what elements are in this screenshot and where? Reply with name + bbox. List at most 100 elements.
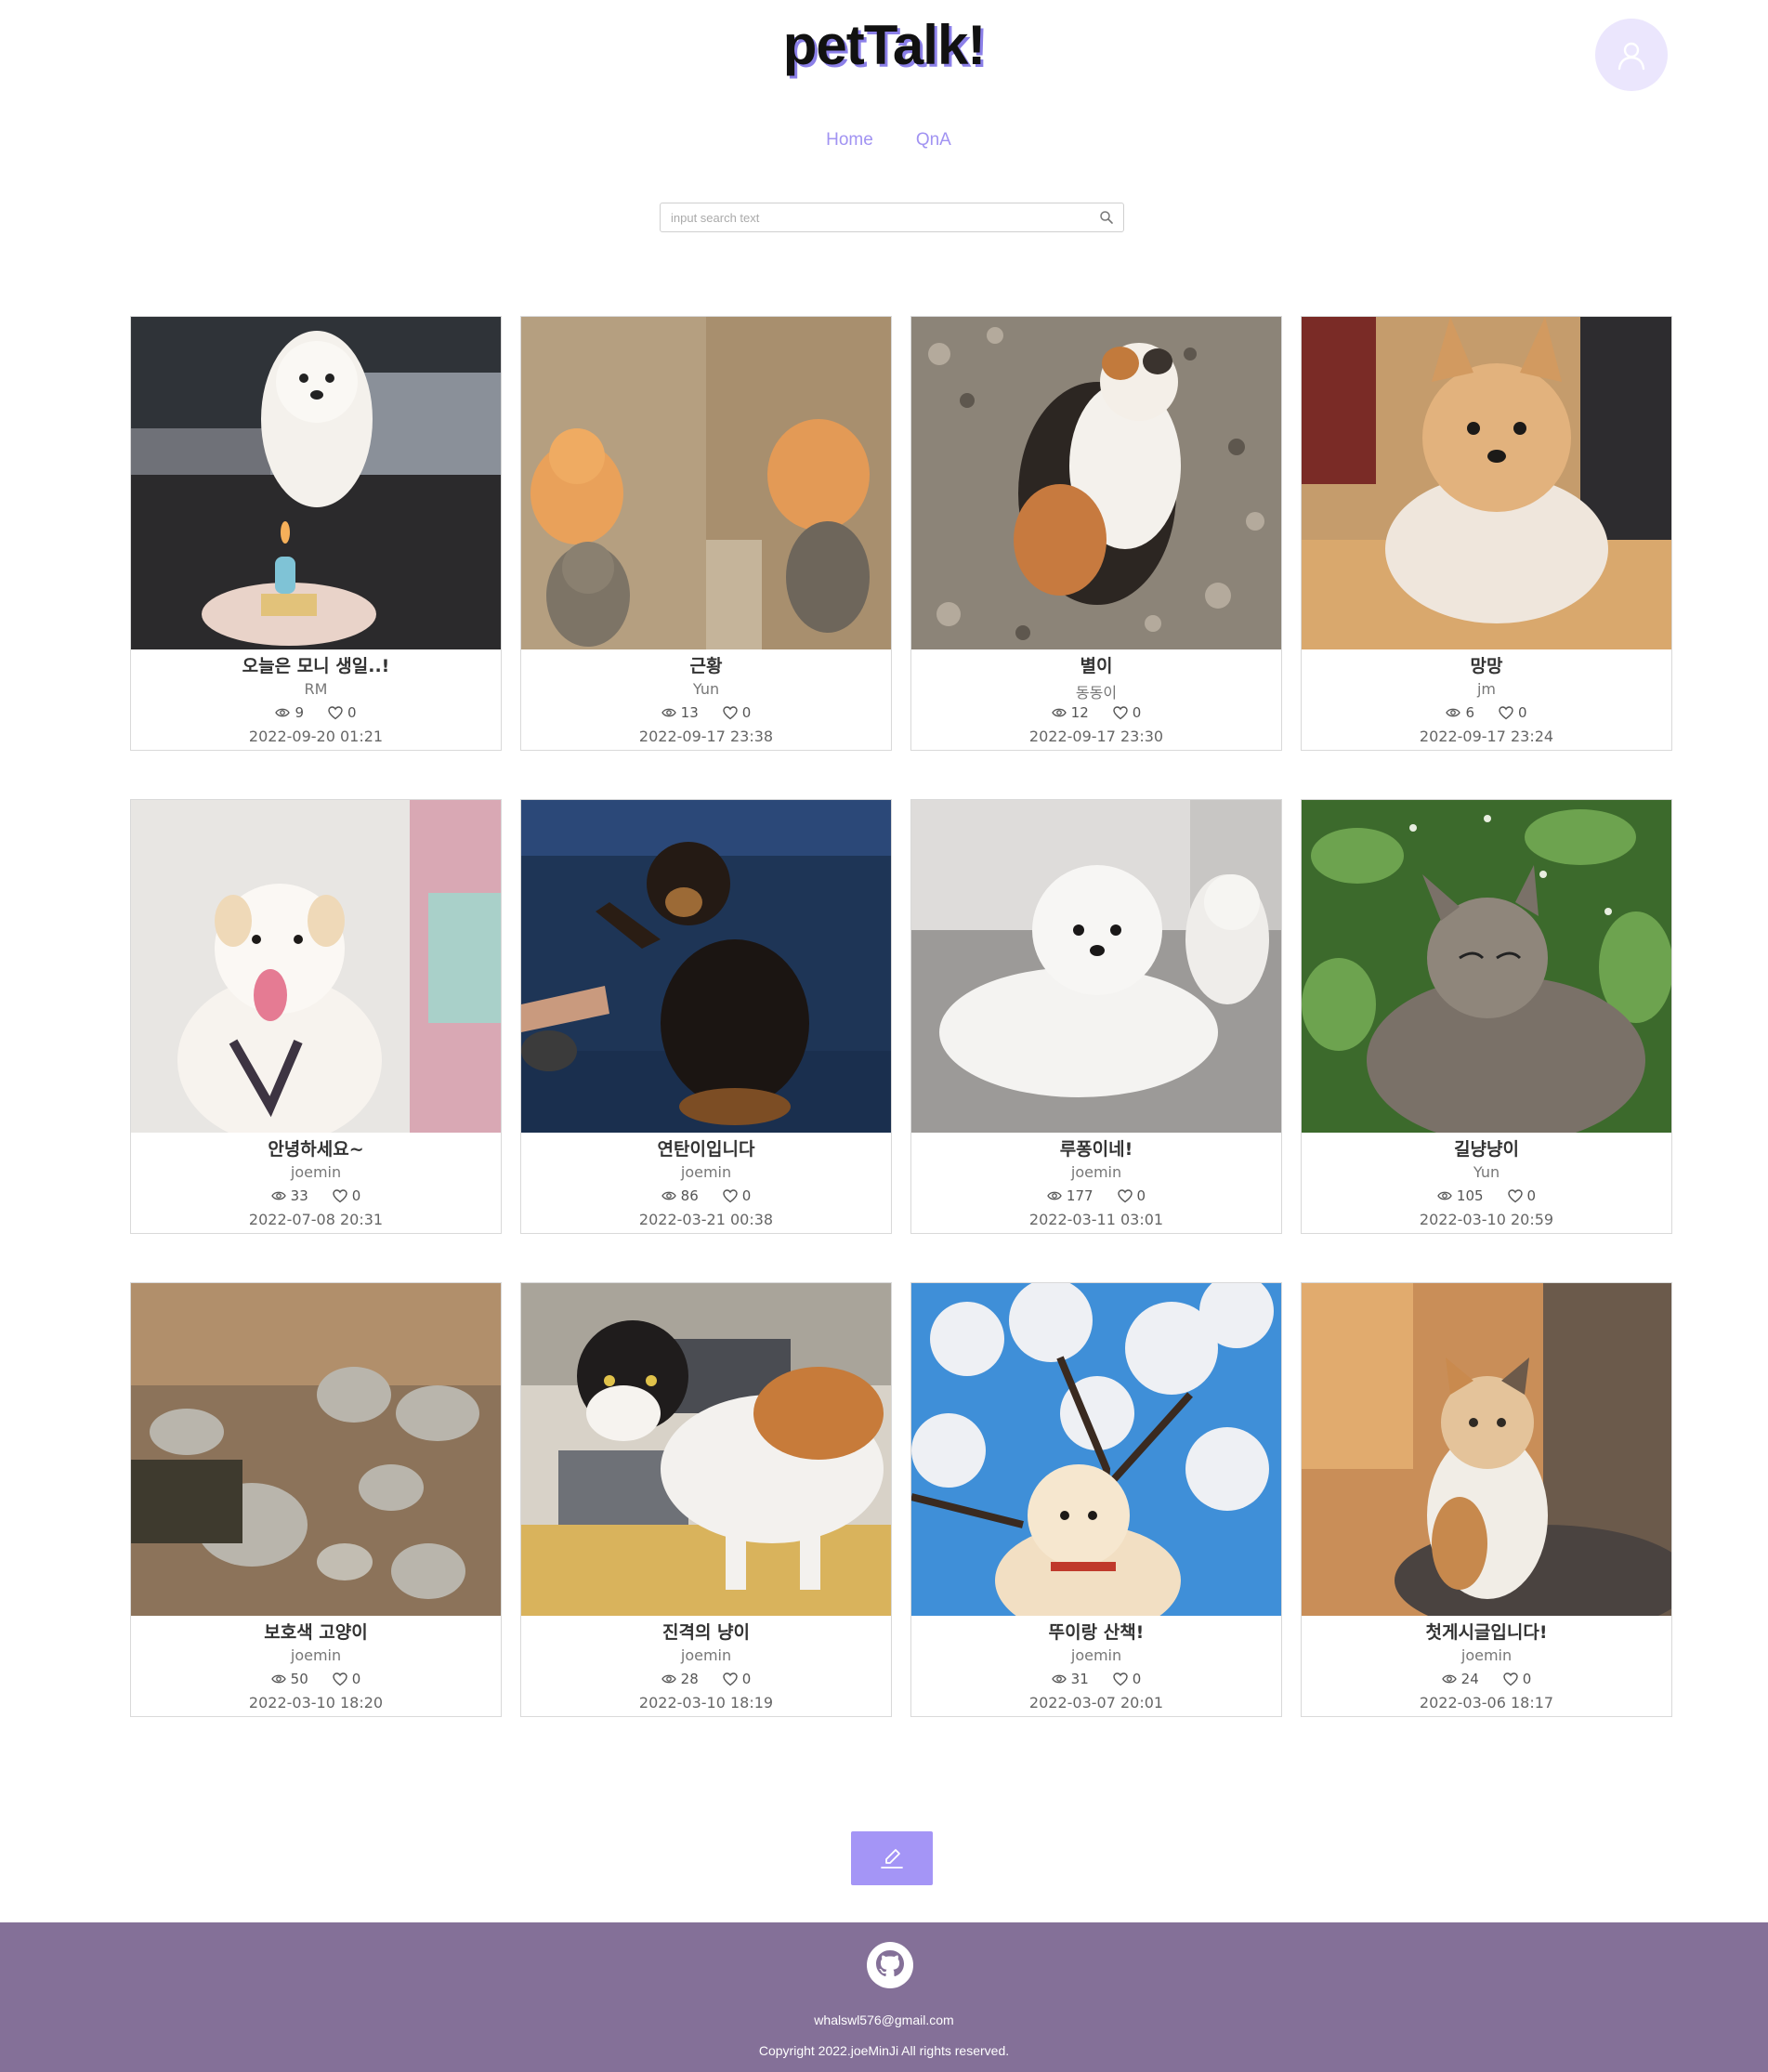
post-stats: 9 0: [131, 704, 501, 721]
view-count: 13: [680, 704, 699, 721]
write-post-button[interactable]: [851, 1831, 933, 1885]
profile-avatar-button[interactable]: [1595, 19, 1668, 91]
post-title: 첫게시글입니다!: [1425, 1622, 1548, 1643]
like-count: 0: [351, 1671, 361, 1687]
post-card[interactable]: 연탄이입니다 joemin 86 0 2022-03-21 00:38: [520, 799, 892, 1234]
post-card[interactable]: 첫게시글입니다! joemin 24 0 2022-03-06 18:17: [1301, 1282, 1672, 1717]
post-date: 2022-03-06 18:17: [1419, 1694, 1554, 1711]
main-nav: Home QnA: [0, 130, 1768, 151]
heart-icon[interactable]: [1503, 1672, 1518, 1686]
post-photo: [911, 317, 1281, 649]
heart-icon[interactable]: [333, 1188, 347, 1203]
post-stats: 86 0: [521, 1187, 891, 1204]
post-title: 망망: [1470, 656, 1503, 676]
post-stats: 105 0: [1302, 1187, 1671, 1204]
post-title: 보호색 고양이: [264, 1622, 368, 1643]
post-stats: 24 0: [1302, 1671, 1671, 1687]
like-count: 0: [1132, 1671, 1142, 1687]
post-photo: [521, 1283, 891, 1616]
post-card[interactable]: 길냥냥이 Yun 105 0 2022-03-10 20:59: [1301, 799, 1672, 1234]
like-count: 0: [1522, 1671, 1532, 1687]
footer-copyright: Copyright 2022.joeMinJi All rights reser…: [758, 2043, 1010, 2058]
post-card[interactable]: 안녕하세요~ joemin 33 0 2022-07-08 20:31: [130, 799, 502, 1234]
search-icon[interactable]: [1099, 210, 1114, 225]
post-title: 연탄이입니다: [657, 1139, 755, 1160]
post-title: 근황: [689, 656, 723, 676]
site-logo[interactable]: petTalk!: [0, 13, 1768, 77]
heart-icon[interactable]: [723, 705, 738, 720]
post-stats: 12 0: [911, 704, 1281, 721]
post-author: joemin: [1460, 1646, 1513, 1664]
eye-icon: [1047, 1191, 1062, 1200]
post-title: 루퐁이네!: [1059, 1139, 1133, 1160]
view-count: 6: [1465, 704, 1474, 721]
post-card[interactable]: 별이 동동이 12 0 2022-09-17 23:30: [910, 316, 1282, 751]
like-count: 0: [351, 1187, 361, 1204]
like-count: 0: [347, 704, 357, 721]
post-card[interactable]: 오늘은 모니 생일..! RM 9 0 2022-09-20 01:21: [130, 316, 502, 751]
post-photo: [1302, 800, 1671, 1133]
heart-icon[interactable]: [333, 1672, 347, 1686]
eye-icon: [1446, 708, 1461, 717]
like-count: 0: [1518, 704, 1527, 721]
post-author: joemin: [1070, 1163, 1122, 1181]
view-count: 86: [680, 1187, 699, 1204]
post-photo: [1302, 317, 1671, 649]
post-photo: [131, 317, 501, 649]
post-stats: 13 0: [521, 704, 891, 721]
post-stats: 6 0: [1302, 704, 1671, 721]
post-photo: [911, 800, 1281, 1133]
post-card[interactable]: 진격의 냥이 joemin 28 0 2022-03-10 18:19: [520, 1282, 892, 1717]
heart-icon[interactable]: [1113, 705, 1128, 720]
eye-icon: [661, 708, 676, 717]
post-author: joemin: [1070, 1646, 1122, 1664]
post-date: 2022-03-10 18:19: [638, 1694, 774, 1711]
nav-home-link[interactable]: Home: [826, 130, 873, 151]
like-count: 0: [741, 1187, 752, 1204]
post-date: 2022-03-11 03:01: [1028, 1211, 1164, 1228]
post-stats: 31 0: [911, 1671, 1281, 1687]
post-author: joemin: [290, 1163, 342, 1181]
heart-icon[interactable]: [1499, 705, 1513, 720]
post-card[interactable]: 루퐁이네! joemin 177 0 2022-03-11 03:01: [910, 799, 1282, 1234]
view-count: 31: [1070, 1671, 1089, 1687]
post-card[interactable]: 보호색 고양이 joemin 50 0 2022-03-10 18:20: [130, 1282, 502, 1717]
post-date: 2022-09-17 23:38: [638, 728, 774, 745]
eye-icon: [270, 1191, 286, 1200]
post-card[interactable]: 망망 jm 6 0 2022-09-17 23:24: [1301, 316, 1672, 751]
heart-icon[interactable]: [1113, 1672, 1128, 1686]
post-card[interactable]: 근황 Yun 13 0 2022-09-17 23:38: [520, 316, 892, 751]
post-title: 진격의 냥이: [661, 1622, 750, 1643]
heart-icon[interactable]: [1117, 1188, 1133, 1203]
post-photo: [521, 317, 891, 649]
heart-icon[interactable]: [1507, 1188, 1523, 1203]
view-count: 105: [1456, 1187, 1484, 1204]
post-date: 2022-09-20 01:21: [248, 728, 384, 745]
post-author: joemin: [290, 1646, 342, 1664]
eye-icon: [661, 1674, 676, 1684]
footer: whalswl576@gmail.com Copyright 2022.joeM…: [0, 1922, 1768, 2072]
search-input[interactable]: [661, 203, 1069, 231]
user-icon: [1617, 42, 1645, 71]
like-count: 0: [1132, 704, 1142, 721]
footer-email: whalswl576@gmail.com: [814, 2013, 954, 2027]
post-stats: 177 0: [911, 1187, 1281, 1204]
heart-icon[interactable]: [723, 1672, 738, 1686]
post-author: Yun: [692, 680, 720, 698]
heart-icon[interactable]: [723, 1188, 738, 1203]
post-date: 2022-03-10 20:59: [1419, 1211, 1554, 1228]
post-title: 별이: [1080, 656, 1113, 676]
github-icon[interactable]: [866, 1941, 914, 1989]
post-card[interactable]: 뚜이랑 산책! joemin 31 0 2022-03-07 20:01: [910, 1282, 1282, 1717]
heart-icon[interactable]: [328, 705, 343, 720]
post-date: 2022-03-21 00:38: [638, 1211, 774, 1228]
nav-qna-link[interactable]: QnA: [916, 130, 951, 151]
post-author: 동동이: [1075, 684, 1118, 702]
eye-icon: [1437, 1191, 1452, 1200]
eye-icon: [1051, 708, 1067, 717]
eye-icon: [1441, 1674, 1457, 1684]
view-count: 28: [680, 1671, 699, 1687]
edit-icon: [881, 1849, 903, 1869]
post-stats: 33 0: [131, 1187, 501, 1204]
post-author: joemin: [680, 1163, 732, 1181]
